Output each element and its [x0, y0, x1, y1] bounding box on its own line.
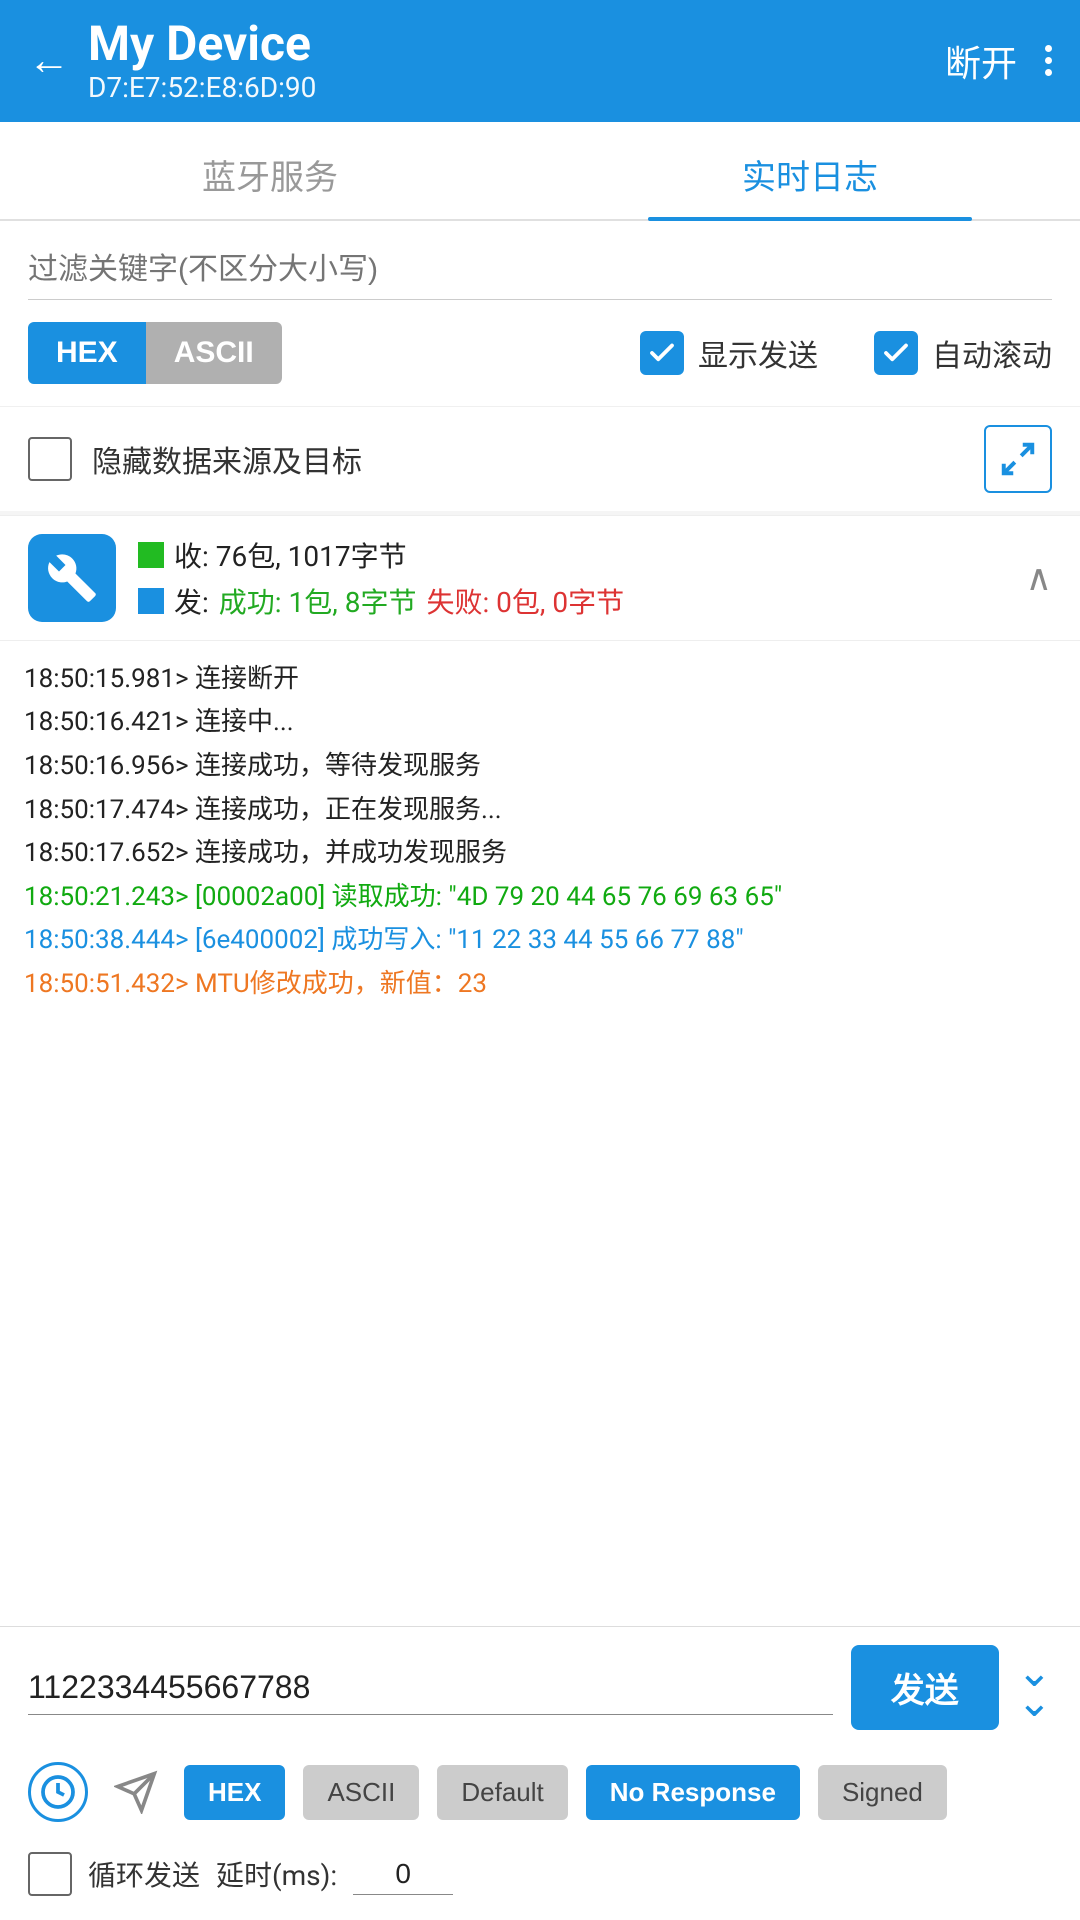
dot1 — [1045, 45, 1052, 52]
tab-bar: 蓝牙服务 实时日志 — [0, 122, 1080, 221]
log-line: 18:50:16.956> 连接成功，等待发现服务 — [24, 746, 1056, 788]
send-prefix: 发: — [174, 581, 209, 621]
log-line: 18:50:17.474> 连接成功，正在发现服务... — [24, 790, 1056, 832]
auto-scroll-checkbox[interactable] — [874, 331, 918, 375]
tab-realtime[interactable]: 实时日志 — [540, 122, 1080, 219]
send-paper-icon[interactable] — [106, 1762, 166, 1822]
dot3 — [1045, 69, 1052, 76]
tab-bluetooth[interactable]: 蓝牙服务 — [0, 122, 540, 219]
ascii-option-button[interactable]: ASCII — [303, 1765, 419, 1820]
stats-block: 收: 76包, 1017字节 发: 成功: 1包, 8字节 失败: 0包, 0字… — [138, 535, 1004, 621]
more-menu-button[interactable] — [1045, 45, 1052, 76]
wrench-icon — [28, 534, 116, 622]
bottom-section: 发送 ⌄ ⌄ HEX ASCII Default No Response Sig… — [0, 1626, 1080, 1920]
hide-source-checkbox[interactable] — [28, 437, 72, 481]
controls-row: HEX ASCII 显示发送 自动滚动 — [0, 300, 1080, 406]
options-row: HEX ASCII Default No Response Signed — [0, 1748, 1080, 1836]
send-input[interactable] — [28, 1661, 833, 1715]
disconnect-button[interactable]: 断开 — [945, 35, 1017, 87]
loop-checkbox[interactable] — [28, 1852, 72, 1896]
log-line: 18:50:51.432> MTU修改成功，新值：23 — [24, 964, 1056, 1006]
recv-stats: 收: 76包, 1017字节 — [138, 535, 1004, 575]
hide-source-row: 隐藏数据来源及目标 — [0, 406, 1080, 511]
hide-source-label: 隐藏数据来源及目标 — [92, 437, 362, 481]
loop-row: 循环发送 延时(ms): — [0, 1836, 1080, 1920]
log-line: 18:50:17.652> 连接成功，并成功发现服务 — [24, 833, 1056, 875]
hex-button[interactable]: HEX — [28, 322, 146, 384]
log-line: 18:50:38.444> [6e400002] 成功写入: "11 22 33… — [24, 920, 1056, 962]
signed-option-button[interactable]: Signed — [818, 1765, 947, 1820]
show-send-checkbox[interactable] — [640, 331, 684, 375]
stats-row: 收: 76包, 1017字节 发: 成功: 1包, 8字节 失败: 0包, 0字… — [0, 515, 1080, 640]
recv-text: 收: 76包, 1017字节 — [174, 535, 407, 575]
auto-scroll-group: 自动滚动 — [874, 331, 1052, 375]
send-stats: 发: 成功: 1包, 8字节 失败: 0包, 0字节 — [138, 581, 1004, 621]
filter-section — [0, 221, 1080, 300]
expand-down-button[interactable]: ⌄ ⌄ — [1017, 1658, 1052, 1717]
format-group: HEX ASCII — [28, 322, 282, 384]
log-area: 18:50:15.981> 连接断开18:50:16.421> 连接中...18… — [0, 640, 1080, 1626]
device-address: D7:E7:52:E8:6D:90 — [88, 71, 316, 104]
auto-scroll-label: 自动滚动 — [932, 331, 1052, 375]
filter-input[interactable] — [28, 245, 1052, 300]
dot2 — [1045, 57, 1052, 64]
delay-label: 延时(ms): — [216, 1854, 337, 1894]
clock-icon[interactable] — [28, 1762, 88, 1822]
show-send-group: 显示发送 — [640, 331, 818, 375]
send-button[interactable]: 发送 — [851, 1645, 999, 1730]
delay-input[interactable] — [353, 1854, 453, 1895]
log-line: 18:50:21.243> [00002a00] 读取成功: "4D 79 20… — [24, 877, 1056, 919]
header-left: ← My Device D7:E7:52:E8:6D:90 — [28, 18, 316, 104]
send-fail: 失败: 0包, 0字节 — [426, 581, 624, 621]
send-indicator — [138, 588, 164, 614]
hex-option-button[interactable]: HEX — [184, 1765, 285, 1820]
log-line: 18:50:15.981> 连接断开 — [24, 659, 1056, 701]
log-line: 18:50:16.421> 连接中... — [24, 702, 1056, 744]
ascii-button[interactable]: ASCII — [146, 322, 282, 384]
collapse-button[interactable]: ∧ — [1026, 557, 1052, 599]
header-right: 断开 — [945, 35, 1052, 87]
back-button[interactable]: ← — [28, 36, 70, 85]
default-option-button[interactable]: Default — [437, 1765, 567, 1820]
device-title: My Device — [88, 18, 316, 71]
recv-indicator — [138, 542, 164, 568]
header: ← My Device D7:E7:52:E8:6D:90 断开 — [0, 0, 1080, 122]
send-success: 成功: 1包, 8字节 — [219, 581, 417, 621]
no-response-option-button[interactable]: No Response — [586, 1765, 800, 1820]
fullscreen-button[interactable] — [984, 425, 1052, 493]
header-title-block: My Device D7:E7:52:E8:6D:90 — [88, 18, 316, 104]
send-row: 发送 ⌄ ⌄ — [0, 1627, 1080, 1748]
hide-source-left: 隐藏数据来源及目标 — [28, 437, 362, 481]
loop-label: 循环发送 — [88, 1854, 200, 1894]
show-send-label: 显示发送 — [698, 331, 818, 375]
